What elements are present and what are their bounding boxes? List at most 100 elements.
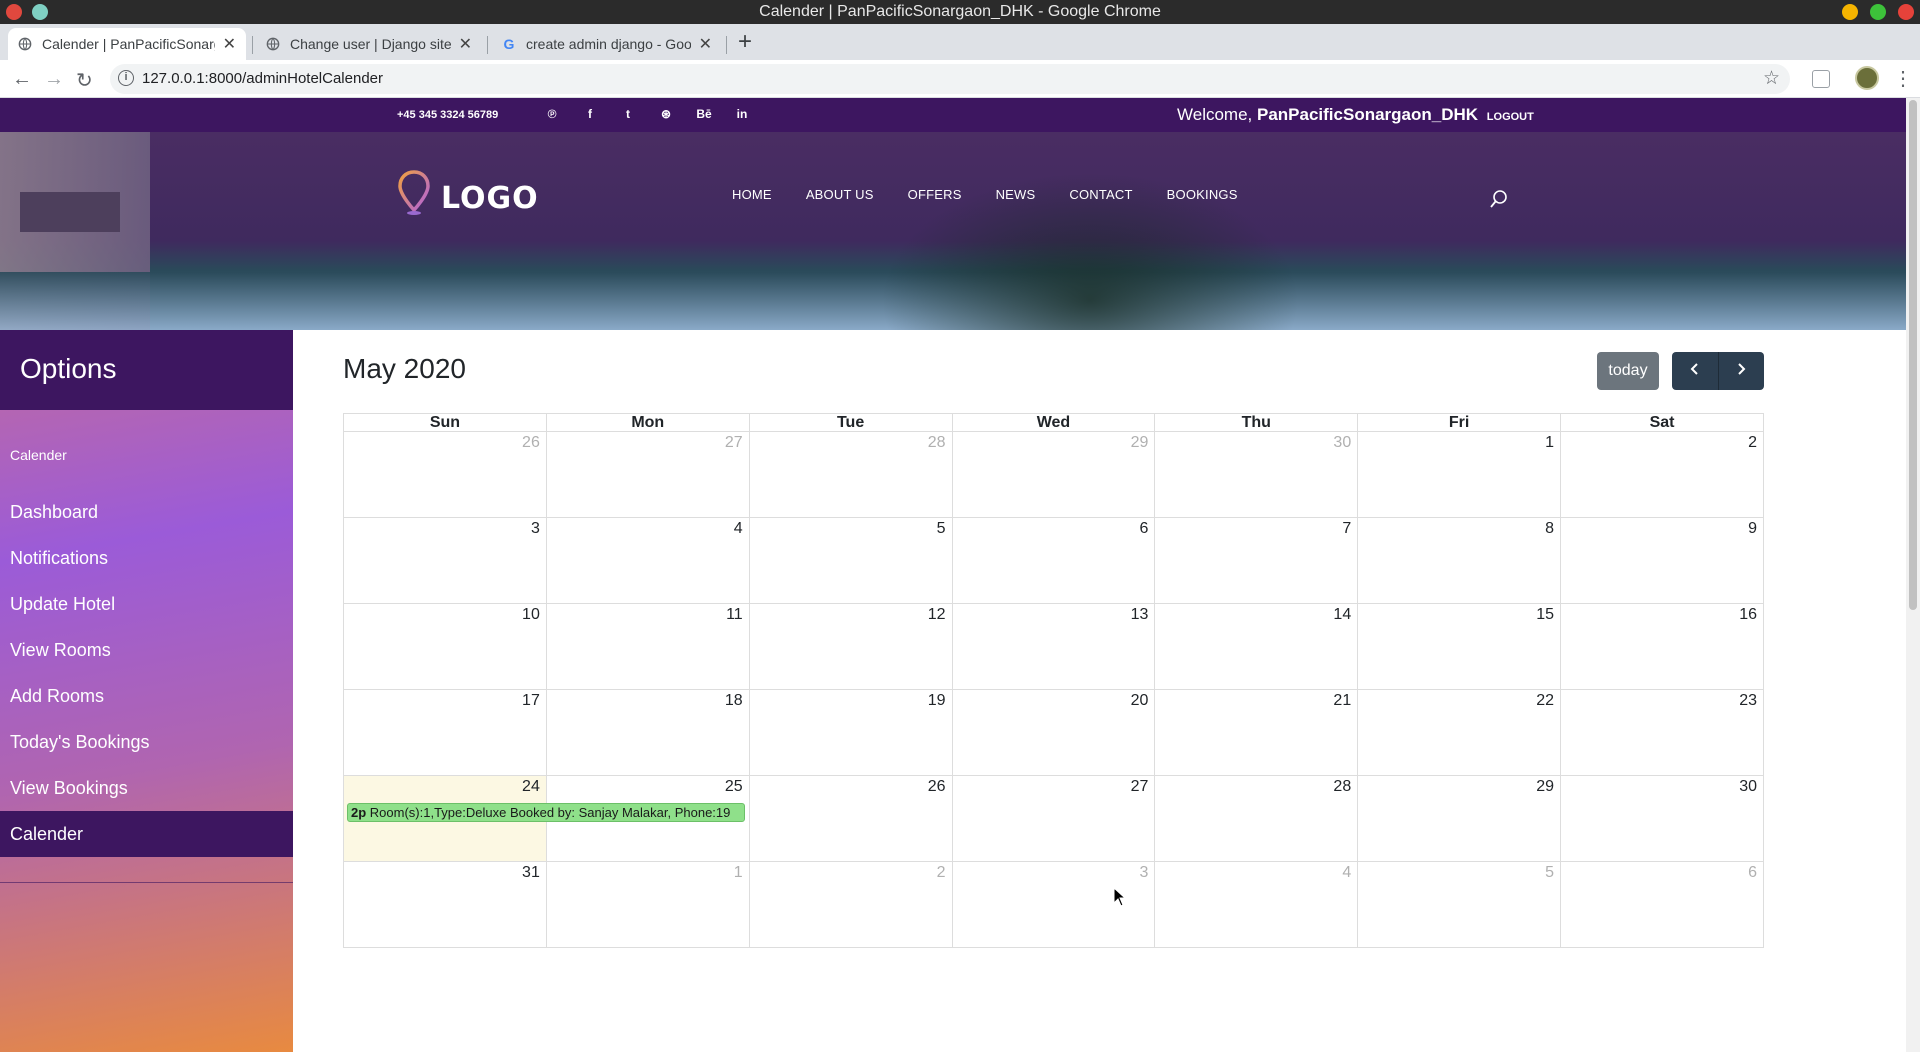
calendar-day-cell[interactable]: 30 xyxy=(1560,775,1764,862)
calendar-day-cell[interactable]: 16 xyxy=(1560,603,1764,690)
today-button[interactable]: today xyxy=(1597,352,1659,390)
calendar-day-cell[interactable]: 30 xyxy=(1154,431,1359,518)
sidebar-item-view-bookings[interactable]: View Bookings xyxy=(0,765,293,811)
close-tab-icon[interactable]: ✕ xyxy=(459,34,472,54)
calendar-day-cell[interactable]: 5 xyxy=(748,517,953,604)
nav-about-us[interactable]: ABOUT US xyxy=(806,187,874,202)
pinterest-icon[interactable]: ℗ xyxy=(533,103,571,125)
site-logo[interactable]: LOGO xyxy=(397,170,539,216)
tab-change-user[interactable]: Change user | Django site ad ✕ xyxy=(256,28,482,60)
tab-calender[interactable]: Calender | PanPacificSonarg ✕ xyxy=(8,28,246,60)
close-tab-icon[interactable]: ✕ xyxy=(223,34,236,54)
calendar-day-cell[interactable]: 28 xyxy=(748,431,953,518)
maximize-button[interactable] xyxy=(1870,4,1886,20)
sidebar-item-view-rooms[interactable]: View Rooms xyxy=(0,627,293,673)
calendar-day-cell[interactable]: 26 xyxy=(748,775,953,862)
sidebar-item-calender[interactable]: Calender xyxy=(0,811,293,857)
sidebar-title: Options xyxy=(0,330,293,410)
weekday-sat: Sat xyxy=(1560,413,1764,432)
calendar-day-cell[interactable]: 22 xyxy=(1357,689,1562,776)
calendar-day-cell[interactable]: 1 xyxy=(545,861,750,948)
calendar-day-cell[interactable]: 14 xyxy=(1154,603,1359,690)
logout-link[interactable]: LOGOUT xyxy=(1487,111,1534,123)
nav-bookings[interactable]: BOOKINGS xyxy=(1167,187,1238,202)
nav-contact[interactable]: CONTACT xyxy=(1069,187,1132,202)
calendar-day-cell[interactable]: 17 xyxy=(343,689,547,776)
nav-home[interactable]: HOME xyxy=(732,187,772,202)
calendar-day-cell[interactable]: 2 xyxy=(748,861,953,948)
calendar-day-cell[interactable]: 29 xyxy=(951,431,1156,518)
calendar-day-cell[interactable]: 27 xyxy=(545,431,750,518)
calendar-day-cell[interactable]: 8 xyxy=(1357,517,1562,604)
main-nav: HOME ABOUT US OFFERS NEWS CONTACT BOOKIN… xyxy=(732,187,1238,202)
tab-title: Calender | PanPacificSonarg xyxy=(42,36,215,52)
url-text[interactable]: 127.0.0.1:8000/adminHotelCalender xyxy=(142,70,383,87)
reload-icon[interactable]: ↻ xyxy=(76,68,93,93)
sidebar-item-add-rooms[interactable]: Add Rooms xyxy=(0,673,293,719)
facebook-icon[interactable]: f xyxy=(571,103,609,125)
extension-icon[interactable] xyxy=(1812,70,1830,88)
minimize-button[interactable] xyxy=(1842,4,1858,20)
behance-icon[interactable]: Bē xyxy=(685,103,723,125)
page-scrollbar[interactable] xyxy=(1906,98,1920,1052)
top-contact-bar: +45 345 3324 56789 ℗ f t ⊛ Bē in Welcome… xyxy=(0,98,1906,132)
calendar-day-cell[interactable]: 9 xyxy=(1560,517,1764,604)
calendar-day-cell[interactable]: 19 xyxy=(748,689,953,776)
sidebar-item-todays-bookings[interactable]: Today's Bookings xyxy=(0,719,293,765)
sidebar-item-dashboard[interactable]: Dashboard xyxy=(0,489,293,535)
profile-avatar[interactable] xyxy=(1855,66,1879,90)
chrome-app-icon xyxy=(6,4,22,20)
calendar-day-cell[interactable]: 4 xyxy=(545,517,750,604)
linkedin-icon[interactable]: in xyxy=(723,103,761,125)
calendar-day-cell[interactable]: 7 xyxy=(1154,517,1359,604)
search-icon[interactable] xyxy=(1489,188,1509,210)
calendar-day-cell[interactable]: 10 xyxy=(343,603,547,690)
calendar-day-cell[interactable]: 2 xyxy=(1560,431,1764,518)
calendar-day-cell[interactable]: 18 xyxy=(545,689,750,776)
kebab-menu-icon[interactable]: ⋮ xyxy=(1893,66,1913,91)
calendar-day-cell[interactable]: 31 xyxy=(343,861,547,948)
calendar-day-cell[interactable]: 12 xyxy=(748,603,953,690)
booking-event[interactable]: 2p Room(s):1,Type:Deluxe Booked by: Sanj… xyxy=(347,803,745,822)
sidebar-item-update-hotel[interactable]: Update Hotel xyxy=(0,581,293,627)
close-tab-icon[interactable]: ✕ xyxy=(699,34,712,54)
calendar-day-cell[interactable]: 6 xyxy=(1560,861,1764,948)
calendar-day-cell[interactable]: 27 xyxy=(951,775,1156,862)
forward-arrow-icon[interactable]: → xyxy=(44,68,64,91)
next-month-button[interactable] xyxy=(1718,352,1764,390)
nav-news[interactable]: NEWS xyxy=(996,187,1036,202)
calendar-day-cell[interactable]: 15 xyxy=(1357,603,1562,690)
prev-month-button[interactable] xyxy=(1672,352,1719,390)
info-icon[interactable]: i xyxy=(118,70,134,86)
calendar-day-cell[interactable]: 5 xyxy=(1357,861,1562,948)
site-header: LOGO HOME ABOUT US OFFERS NEWS CONTACT B… xyxy=(0,132,1906,330)
calendar-day-cell[interactable]: 13 xyxy=(951,603,1156,690)
bookmark-star-icon[interactable]: ☆ xyxy=(1763,67,1780,90)
close-window-button[interactable] xyxy=(1898,4,1914,20)
calendar-day-cell[interactable]: 28 xyxy=(1154,775,1359,862)
tab-separator xyxy=(487,36,488,54)
calendar-day-cell[interactable]: 20 xyxy=(951,689,1156,776)
new-tab-button[interactable]: + xyxy=(738,28,752,56)
back-arrow-icon[interactable]: ← xyxy=(12,68,32,91)
twitter-icon[interactable]: t xyxy=(609,103,647,125)
nav-offers[interactable]: OFFERS xyxy=(908,187,962,202)
address-bar[interactable]: i 127.0.0.1:8000/adminHotelCalender ☆ xyxy=(110,64,1790,94)
calendar-day-cell[interactable]: 11 xyxy=(545,603,750,690)
calendar-day-cell[interactable]: 3 xyxy=(343,517,547,604)
sidebar-item-notifications[interactable]: Notifications xyxy=(0,535,293,581)
calendar-day-cell[interactable]: 23 xyxy=(1560,689,1764,776)
scrollbar-thumb[interactable] xyxy=(1909,100,1917,610)
calendar-day-cell[interactable]: 6 xyxy=(951,517,1156,604)
calendar-day-cell[interactable]: 4 xyxy=(1154,861,1359,948)
tab-google-search[interactable]: G create admin django - Googl ✕ xyxy=(492,28,722,60)
calendar-day-cell[interactable]: 26 xyxy=(343,431,547,518)
weekday-wed: Wed xyxy=(951,413,1156,432)
dribbble-icon[interactable]: ⊛ xyxy=(647,103,685,125)
calendar-day-cell[interactable]: 1 xyxy=(1357,431,1562,518)
weekday-tue: Tue xyxy=(748,413,953,432)
calendar-day-cell[interactable]: 29 xyxy=(1357,775,1562,862)
google-icon: G xyxy=(503,36,515,52)
map-pin-icon xyxy=(398,170,430,215)
calendar-day-cell[interactable]: 21 xyxy=(1154,689,1359,776)
